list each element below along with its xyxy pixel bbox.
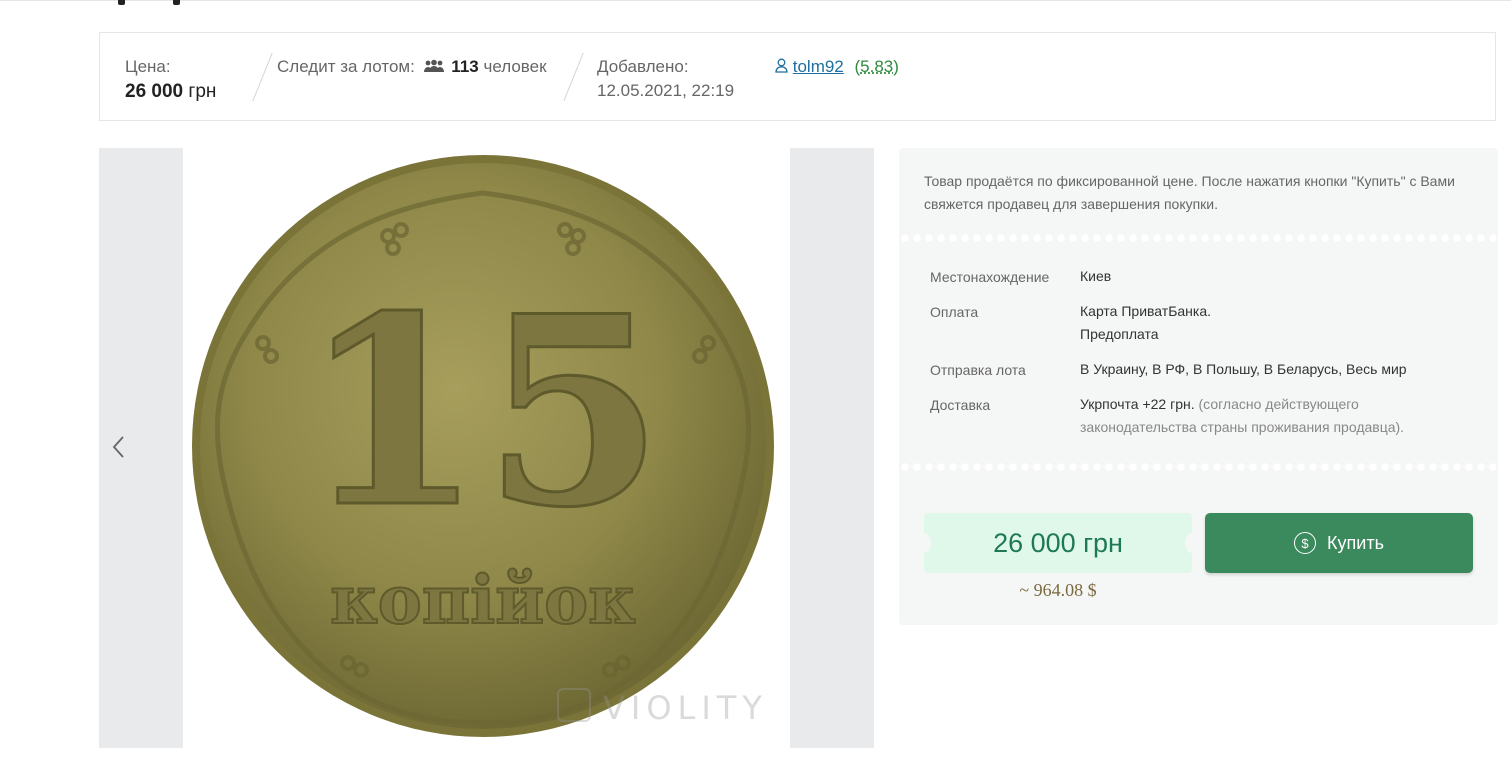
location-value: Киев [1080, 268, 1112, 284]
user-icon [775, 58, 788, 73]
seller-rating[interactable]: 5.83 [860, 57, 893, 76]
added-label: Добавлено: [597, 57, 689, 76]
image-gallery: 15 копійок VIOLITY [99, 148, 874, 748]
price-label: Цена: [125, 57, 171, 76]
price-ticket: 26 000 грн [917, 513, 1199, 573]
watch-unit: человек [483, 57, 547, 76]
coin-word: копійок [330, 561, 636, 639]
shipping-label: Отправка лота [930, 362, 1026, 378]
payment-line: Карта ПриватБанка. [1080, 303, 1212, 319]
dotted-divider [899, 234, 1498, 242]
watchers: Следит за лотом: 113 человек [277, 57, 547, 77]
delivery-value: Укрпочта +22 грн. (согласно действующего… [1080, 393, 1404, 439]
delivery-label: Доставка [930, 397, 991, 413]
lot-photo[interactable]: 15 копійок [183, 148, 790, 748]
ticket-notch [917, 533, 931, 553]
price-value: 26 000 [125, 81, 184, 102]
delivery-note: (согласно действующего [1198, 396, 1359, 412]
ticket-price: 26 000 грн [993, 527, 1123, 558]
separator [252, 52, 273, 102]
dotted-divider [899, 463, 1498, 471]
seller-info: tolm92 (5.83) [775, 57, 899, 77]
watermark-label: VIOLITY [603, 689, 768, 727]
purchase-panel: Товар продаётся по фиксированной цене. П… [899, 148, 1498, 625]
coin-image: 15 копійок [192, 155, 774, 737]
chevron-left-icon [112, 436, 124, 458]
users-icon [423, 59, 444, 72]
separator [563, 52, 584, 102]
payment-label: Оплата [930, 304, 979, 320]
payment-line: Предоплата [1080, 326, 1159, 342]
payment-value: Карта ПриватБанка. Предоплата [1080, 300, 1211, 346]
watch-label: Следит за лотом: [277, 57, 415, 76]
dollar-circle-icon: $ [1294, 532, 1317, 554]
watermark-text: VIOLITY [557, 688, 768, 727]
location-label: Местонахождение [930, 269, 1050, 285]
watermark-logo-icon [557, 688, 591, 722]
added-date: 12.05.2021, 22:19 [597, 81, 735, 100]
coin-number: 15 [302, 260, 664, 565]
watch-count: 113 [451, 57, 479, 76]
seller-link[interactable]: tolm92 [793, 57, 844, 76]
price-amount: 26 000 грн [125, 81, 216, 103]
gallery-prev-button[interactable] [107, 432, 131, 462]
top-divider [0, 0, 1511, 1]
lot-info-bar: Цена: 26 000 грн Следит за лотом: 113 че… [99, 32, 1496, 121]
shipping-value: В Украину, В РФ, В Польшу, В Беларусь, В… [1080, 361, 1407, 377]
buy-button[interactable]: $ Купить [1205, 513, 1473, 573]
fixed-price-notice: Товар продаётся по фиксированной цене. П… [924, 173, 1455, 212]
buy-button-label: Купить [1327, 532, 1384, 553]
rating-paren-close: ) [893, 57, 899, 76]
delivery-method: Укрпочта +22 грн. [1080, 396, 1195, 412]
title-remnant [118, 0, 180, 6]
ticket-notch [1185, 533, 1199, 553]
price-currency: грн [188, 81, 217, 102]
price-usd: ~ 964.08 $ [1019, 580, 1097, 600]
delivery-note: законодательства страны проживания прода… [1080, 419, 1405, 435]
